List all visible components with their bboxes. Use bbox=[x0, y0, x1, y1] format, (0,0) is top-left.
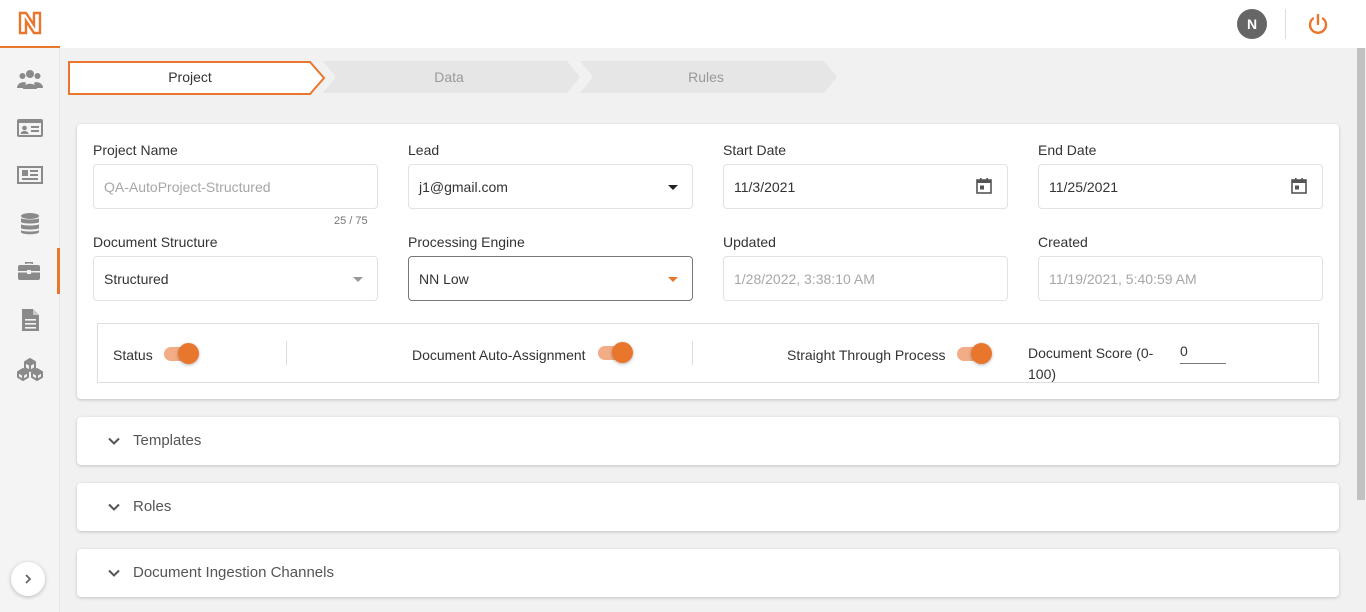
accordion-ingestion-channels-label: Document Ingestion Channels bbox=[133, 564, 334, 581]
logo-icon bbox=[18, 11, 42, 35]
chevron-down-icon bbox=[108, 569, 120, 577]
document-icon bbox=[22, 309, 39, 331]
power-icon bbox=[1308, 13, 1328, 34]
chevron-right-icon bbox=[25, 574, 32, 584]
lead-label: Lead bbox=[408, 142, 440, 158]
updated-label: Updated bbox=[723, 234, 776, 250]
created-field: 11/19/2021, 5:40:59 AM bbox=[1038, 256, 1323, 301]
sidebar-item-users[interactable] bbox=[0, 56, 60, 102]
auto-assignment-label: Document Auto-Assignment bbox=[412, 347, 586, 363]
updated-field: 1/28/2022, 3:38:10 AM bbox=[723, 256, 1008, 301]
end-date-field[interactable]: 11/25/2021 bbox=[1038, 164, 1323, 209]
lead-value: j1@gmail.com bbox=[419, 178, 508, 195]
auto-assignment-toggle[interactable] bbox=[598, 341, 634, 363]
sidebar-expand-button[interactable] bbox=[11, 562, 45, 596]
straight-through-label: Straight Through Process bbox=[787, 347, 946, 363]
project-name-placeholder: QA-AutoProject-Structured bbox=[104, 178, 271, 195]
end-date-label: End Date bbox=[1038, 142, 1097, 158]
step-project-label: Project bbox=[168, 69, 212, 85]
processing-engine-value: NN Low bbox=[419, 270, 469, 287]
updated-value: 1/28/2022, 3:38:10 AM bbox=[734, 270, 875, 287]
sidebar-item-newspaper[interactable] bbox=[0, 152, 60, 198]
accordion-roles[interactable]: Roles bbox=[77, 483, 1339, 531]
sidebar-item-cubes[interactable] bbox=[0, 346, 60, 392]
project-name-field[interactable]: QA-AutoProject-Structured bbox=[93, 164, 378, 209]
cubes-icon bbox=[17, 358, 43, 381]
users-icon bbox=[17, 70, 43, 89]
chevron-down-icon bbox=[668, 277, 678, 282]
page-scrollbar[interactable] bbox=[1356, 48, 1366, 612]
chevron-down-icon bbox=[668, 185, 678, 190]
created-label: Created bbox=[1038, 234, 1088, 250]
topbar-divider bbox=[1285, 9, 1286, 39]
document-structure-value: Structured bbox=[104, 270, 169, 287]
lead-select[interactable]: j1@gmail.com bbox=[408, 164, 693, 209]
chevron-down-icon bbox=[108, 503, 120, 511]
document-score-label: Document Score (0- 100) bbox=[1028, 343, 1153, 385]
start-date-value: 11/3/2021 bbox=[734, 178, 796, 195]
step-rules[interactable]: Rules bbox=[580, 61, 838, 93]
document-score-label-line2: 100) bbox=[1028, 366, 1057, 382]
toggle-divider bbox=[286, 341, 287, 365]
calendar-icon[interactable] bbox=[975, 177, 993, 195]
sidebar bbox=[0, 0, 60, 612]
status-toggle[interactable] bbox=[164, 342, 200, 364]
top-bar: N bbox=[60, 0, 1366, 48]
document-score-label-line1: Document Score (0- bbox=[1028, 345, 1154, 361]
calendar-icon[interactable] bbox=[1290, 177, 1308, 195]
accordion-roles-label: Roles bbox=[133, 498, 172, 515]
project-details-card: Project Name QA-AutoProject-Structured 2… bbox=[77, 124, 1339, 399]
accordion-ingestion-channels[interactable]: Document Ingestion Channels bbox=[77, 549, 1339, 597]
processing-engine-select[interactable]: NN Low bbox=[408, 256, 693, 301]
user-avatar[interactable]: N bbox=[1237, 9, 1267, 39]
status-label: Status bbox=[113, 347, 153, 363]
sidebar-item-database[interactable] bbox=[0, 201, 60, 247]
step-data[interactable]: Data bbox=[323, 61, 581, 93]
project-name-label: Project Name bbox=[93, 142, 178, 158]
end-date-value: 11/25/2021 bbox=[1049, 178, 1119, 195]
created-value: 11/19/2021, 5:40:59 AM bbox=[1049, 270, 1197, 287]
processing-engine-label: Processing Engine bbox=[408, 234, 525, 250]
straight-through-toggle[interactable] bbox=[957, 342, 993, 364]
document-structure-label: Document Structure bbox=[93, 234, 218, 250]
accordion-templates[interactable]: Templates bbox=[77, 417, 1339, 465]
toggle-divider bbox=[692, 341, 693, 365]
start-date-field[interactable]: 11/3/2021 bbox=[723, 164, 1008, 209]
accordion-templates-label: Templates bbox=[133, 432, 202, 449]
sidebar-item-documents[interactable] bbox=[0, 297, 60, 343]
chevron-down-icon bbox=[353, 277, 363, 282]
database-icon bbox=[21, 213, 39, 235]
logout-button[interactable] bbox=[1305, 11, 1331, 37]
document-structure-select[interactable]: Structured bbox=[93, 256, 378, 301]
document-score-input[interactable] bbox=[1180, 338, 1226, 364]
newspaper-icon bbox=[17, 166, 43, 184]
step-rules-label: Rules bbox=[688, 69, 724, 85]
settings-toggle-row: Status Document Auto-Assignment Straight… bbox=[97, 323, 1319, 383]
id-card-icon bbox=[17, 119, 43, 137]
briefcase-icon bbox=[17, 262, 40, 280]
sidebar-item-id-card[interactable] bbox=[0, 105, 60, 151]
step-data-label: Data bbox=[434, 69, 464, 85]
start-date-label: Start Date bbox=[723, 142, 787, 158]
sidebar-item-projects[interactable] bbox=[0, 248, 60, 294]
app-logo[interactable] bbox=[0, 0, 60, 48]
chevron-down-icon bbox=[108, 437, 120, 445]
scrollbar-thumb[interactable] bbox=[1357, 48, 1365, 500]
step-project[interactable]: Project bbox=[68, 61, 326, 95]
project-name-counter: 25 / 75 bbox=[334, 215, 368, 227]
